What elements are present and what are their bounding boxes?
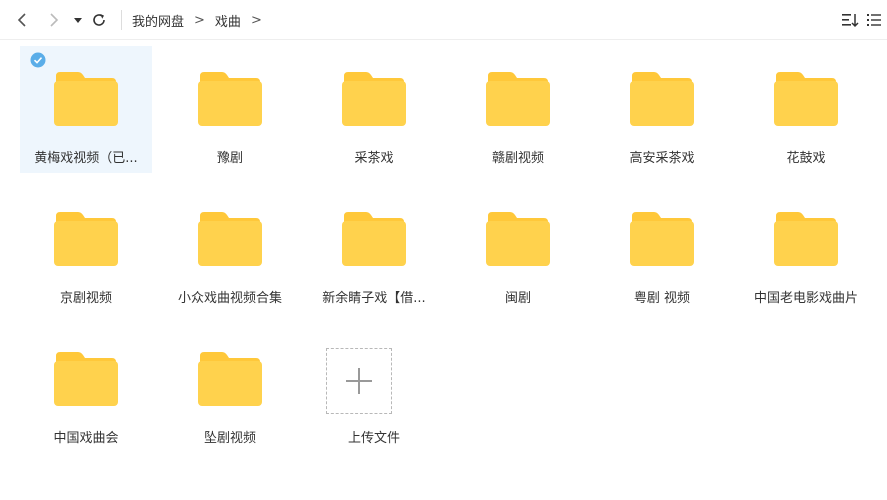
folder-icon	[342, 212, 406, 266]
folder-icon	[774, 212, 838, 266]
breadcrumb-separator: >	[194, 12, 205, 28]
dropdown-caret-icon	[74, 18, 82, 23]
folder-item[interactable]: 采茶戏	[308, 46, 440, 173]
folder-item[interactable]: 闽剧	[452, 186, 584, 313]
folder-item[interactable]: 黄梅戏视频（已...	[20, 46, 152, 173]
forward-button[interactable]	[42, 8, 66, 32]
list-view-icon	[867, 14, 881, 26]
toolbar: 我的网盘 > 戏曲 >	[0, 0, 887, 40]
back-button[interactable]	[10, 8, 34, 32]
folder-label: 高安采茶戏	[629, 151, 695, 166]
folder-label: 中国戏曲会	[53, 431, 119, 446]
selected-check-icon[interactable]	[30, 52, 46, 68]
breadcrumb-trailing-separator: >	[250, 12, 262, 28]
sort-icon	[842, 14, 859, 28]
folder-icon	[54, 352, 118, 406]
breadcrumb: 我的网盘 > 戏曲 >	[132, 0, 272, 40]
folder-label: 中国老电影戏曲片	[753, 291, 858, 306]
folder-icon	[486, 72, 550, 126]
folder-item[interactable]: 坠剧视频	[164, 326, 296, 453]
folder-icon	[54, 72, 118, 126]
folder-icon	[198, 212, 262, 266]
folder-icon	[198, 72, 262, 126]
folder-item[interactable]: 粤剧 视频	[596, 186, 728, 313]
list-view-button[interactable]	[862, 8, 886, 32]
folder-item[interactable]: 赣剧视频	[452, 46, 584, 173]
refresh-button[interactable]	[87, 8, 111, 32]
folder-label: 小众戏曲视频合集	[177, 291, 282, 306]
folder-label: 京剧视频	[59, 291, 112, 306]
toolbar-divider	[121, 10, 122, 30]
breadcrumb-root[interactable]: 我的网盘	[132, 11, 184, 30]
folder-icon	[54, 212, 118, 266]
folder-label: 赣剧视频	[491, 151, 544, 166]
folder-item[interactable]: 中国老电影戏曲片	[740, 186, 872, 313]
folder-item[interactable]: 小众戏曲视频合集	[164, 186, 296, 313]
folder-item[interactable]: 新余睛子戏【借...	[308, 186, 440, 313]
folder-icon	[486, 212, 550, 266]
plus-icon	[346, 368, 372, 394]
folder-item[interactable]: 花鼓戏	[740, 46, 872, 173]
folder-icon	[198, 352, 262, 406]
folder-label: 黄梅戏视频（已...	[34, 151, 138, 166]
folder-label: 花鼓戏	[786, 151, 826, 166]
upload-button[interactable]	[326, 348, 392, 414]
folder-icon	[630, 212, 694, 266]
folder-item[interactable]: 豫剧	[164, 46, 296, 173]
forward-arrow-icon	[50, 13, 59, 27]
breadcrumb-current[interactable]: 戏曲	[215, 11, 241, 30]
refresh-icon	[93, 14, 105, 26]
back-arrow-icon	[17, 13, 26, 27]
folder-item[interactable]: 京剧视频	[20, 186, 152, 313]
upload-label: 上传文件	[347, 431, 400, 446]
folder-label: 采茶戏	[354, 151, 394, 166]
folder-label: 新余睛子戏【借...	[322, 291, 426, 306]
folder-icon	[630, 72, 694, 126]
folder-item[interactable]: 高安采茶戏	[596, 46, 728, 173]
folder-icon	[774, 72, 838, 126]
folder-label: 豫剧	[216, 151, 243, 166]
sort-button[interactable]	[838, 8, 862, 32]
folder-label: 坠剧视频	[203, 431, 256, 446]
folder-label: 粤剧 视频	[633, 291, 691, 306]
folder-icon	[342, 72, 406, 126]
folder-item[interactable]: 中国戏曲会	[20, 326, 152, 453]
folder-label: 闽剧	[504, 291, 531, 306]
